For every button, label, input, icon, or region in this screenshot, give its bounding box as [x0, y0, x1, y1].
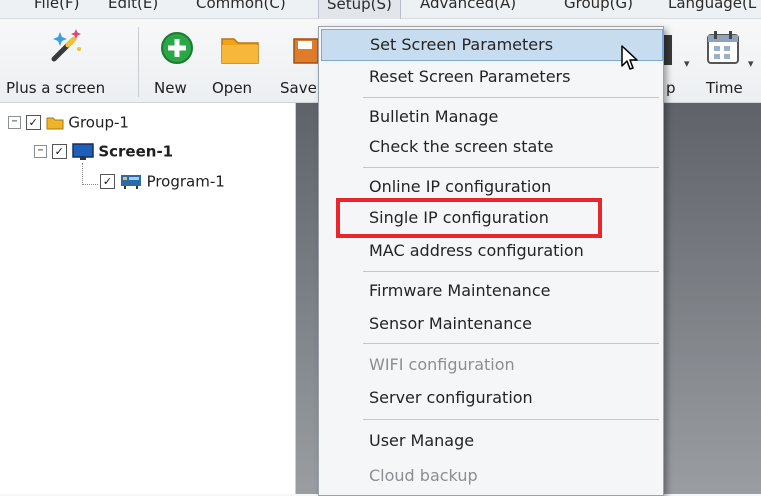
toolbar-separator: [138, 27, 139, 97]
save-label: Save: [280, 79, 317, 97]
screen-checkbox[interactable]: ✓: [51, 144, 67, 159]
highlight-annotation-box: [336, 198, 602, 238]
program-icon: [120, 174, 141, 189]
menu-item-user-manage[interactable]: User Manage: [321, 426, 661, 456]
screen-label: Screen-1: [98, 142, 174, 161]
collapse-expander[interactable]: −: [34, 145, 47, 158]
menu-edit[interactable]: Edit(E): [108, 0, 158, 12]
menu-separator: [363, 167, 659, 168]
plus-a-screen-button[interactable]: Plus a screen: [6, 19, 126, 102]
setup-dropdown-menu: Set Screen Parameters Reset Screen Param…: [318, 26, 664, 496]
menu-item-wifi-configuration[interactable]: WIFI configuration: [321, 350, 661, 380]
folder-icon: [221, 38, 259, 64]
menu-file[interactable]: File(F): [34, 0, 79, 12]
save-icon: [293, 38, 318, 64]
menu-bar: File(F) Edit(E) Common(C) Setup(S) Advan…: [0, 0, 761, 19]
partial-button[interactable]: ▾ p: [662, 19, 692, 102]
save-button[interactable]: Save: [276, 19, 318, 102]
menu-item-server-configuration[interactable]: Server configuration: [321, 383, 661, 413]
menu-item-set-screen-parameters[interactable]: Set Screen Parameters: [321, 29, 663, 61]
menu-item-cloud-backup[interactable]: Cloud backup: [321, 461, 661, 491]
group-checkbox[interactable]: ✓: [25, 115, 41, 130]
group-label: Group-1: [68, 113, 129, 132]
menu-item-sensor-maintenance[interactable]: Sensor Maintenance: [321, 309, 661, 339]
menu-separator: [363, 343, 659, 344]
time-label: Time: [706, 79, 743, 97]
open-label: Open: [212, 79, 253, 97]
collapse-expander[interactable]: −: [8, 116, 21, 129]
time-button[interactable]: ▾ Time: [700, 19, 761, 102]
monitor-icon: [71, 142, 94, 160]
open-button[interactable]: Open: [210, 19, 270, 102]
menu-language[interactable]: Language(L: [668, 0, 756, 12]
new-label: New: [154, 79, 187, 97]
menu-group[interactable]: Group(G): [564, 0, 633, 12]
menu-separator: [363, 271, 659, 272]
magic-wand-icon: [51, 29, 81, 62]
plus-circle-icon: [161, 32, 193, 64]
folder-icon: [46, 117, 64, 129]
tree-node-program[interactable]: ✓ Program-1: [100, 172, 225, 194]
chevron-down-icon: ▾: [684, 57, 690, 70]
menu-separator: [363, 419, 659, 420]
program-label: Program-1: [146, 172, 225, 191]
mouse-cursor-icon: [621, 45, 638, 70]
new-button[interactable]: New: [150, 19, 200, 102]
program-checkbox[interactable]: ✓: [100, 174, 115, 189]
menu-item-reset-screen-parameters[interactable]: Reset Screen Parameters: [321, 62, 661, 92]
menu-advanced[interactable]: Advanced(A): [420, 0, 516, 12]
plus-a-screen-label: Plus a screen: [6, 79, 106, 97]
tree-connector-line: [82, 163, 84, 185]
partial-label: p: [666, 79, 676, 97]
tree-connector-line: [82, 184, 98, 186]
menu-item-bulletin-manage[interactable]: Bulletin Manage: [321, 102, 661, 132]
menu-item-mac-address-configuration[interactable]: MAC address configuration: [321, 236, 661, 266]
chevron-down-icon: ▾: [748, 57, 754, 70]
menu-item-check-screen-state[interactable]: Check the screen state: [321, 132, 661, 162]
menu-item-firmware-maintenance[interactable]: Firmware Maintenance: [321, 276, 661, 306]
screen-tree: − ✓ Group-1 − ✓ Screen-1 ✓ Program-1: [0, 103, 296, 494]
menu-common[interactable]: Common(C): [196, 0, 286, 12]
tree-node-screen[interactable]: − ✓ Screen-1: [34, 142, 173, 164]
menu-setup[interactable]: Setup(S): [318, 0, 401, 19]
menu-separator: [363, 97, 659, 98]
calendar-icon: [707, 31, 739, 64]
tree-node-group[interactable]: − ✓ Group-1: [8, 113, 129, 135]
